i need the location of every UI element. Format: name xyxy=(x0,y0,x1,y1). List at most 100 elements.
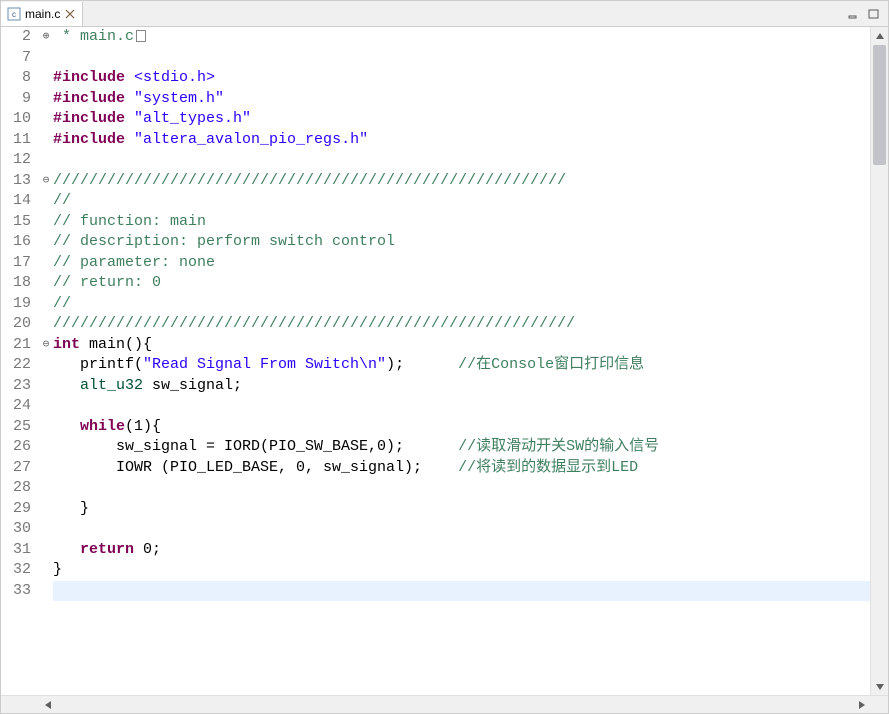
fold-marker xyxy=(39,294,53,315)
scroll-up-icon[interactable] xyxy=(871,27,888,44)
code-line[interactable]: #include "altera_avalon_pio_regs.h" xyxy=(53,130,870,151)
code-line[interactable]: return 0; xyxy=(53,540,870,561)
fold-marker[interactable]: ⊕ xyxy=(39,27,53,48)
fold-marker xyxy=(39,396,53,417)
code-line[interactable]: #include "system.h" xyxy=(53,89,870,110)
code-line[interactable]: alt_u32 sw_signal; xyxy=(53,376,870,397)
code-line[interactable]: ////////////////////////////////////////… xyxy=(53,314,870,335)
code-line[interactable]: printf("Read Signal From Switch\n"); //在… xyxy=(53,355,870,376)
code-line[interactable]: // xyxy=(53,294,870,315)
line-number: 30 xyxy=(1,519,37,540)
code-line[interactable] xyxy=(53,150,870,171)
line-number: 18 xyxy=(1,273,37,294)
line-number: 22 xyxy=(1,355,37,376)
line-number: 23 xyxy=(1,376,37,397)
line-number: 7 xyxy=(1,48,37,69)
code-line[interactable]: while(1){ xyxy=(53,417,870,438)
line-number: 21 xyxy=(1,335,37,356)
fold-marker xyxy=(39,376,53,397)
vertical-scrollbar[interactable] xyxy=(870,27,888,695)
code-line[interactable]: // description: perform switch control xyxy=(53,232,870,253)
scroll-down-icon[interactable] xyxy=(871,678,888,695)
code-line[interactable] xyxy=(53,396,870,417)
line-number: 29 xyxy=(1,499,37,520)
close-icon[interactable] xyxy=(64,8,76,20)
line-number: 26 xyxy=(1,437,37,458)
fold-marker xyxy=(39,314,53,335)
maximize-icon[interactable] xyxy=(866,6,882,22)
code-line[interactable] xyxy=(53,478,870,499)
line-number: 28 xyxy=(1,478,37,499)
code-line[interactable] xyxy=(53,519,870,540)
code-line[interactable] xyxy=(53,581,870,602)
code-line[interactable]: // function: main xyxy=(53,212,870,233)
fold-marker xyxy=(39,417,53,438)
fold-column: ⊕ ⊖ ⊖ xyxy=(39,27,53,695)
horizontal-scrollbar[interactable] xyxy=(1,695,888,713)
fold-marker xyxy=(39,519,53,540)
line-number: 14 xyxy=(1,191,37,212)
c-file-icon: c xyxy=(7,7,21,21)
fold-marker xyxy=(39,253,53,274)
code-line[interactable]: } xyxy=(53,560,870,581)
line-number: 24 xyxy=(1,396,37,417)
code-line[interactable]: } xyxy=(53,499,870,520)
fold-marker xyxy=(39,478,53,499)
fold-marker xyxy=(39,89,53,110)
svg-text:c: c xyxy=(12,10,16,19)
code-line[interactable]: #include "alt_types.h" xyxy=(53,109,870,130)
fold-marker xyxy=(39,109,53,130)
editor-tab-main-c[interactable]: c main.c xyxy=(1,2,83,26)
fold-marker xyxy=(39,191,53,212)
fold-marker xyxy=(39,232,53,253)
line-number: 12 xyxy=(1,150,37,171)
fold-marker xyxy=(39,68,53,89)
fold-marker xyxy=(39,355,53,376)
line-number: 2 xyxy=(1,27,37,48)
fold-marker xyxy=(39,437,53,458)
line-number: 10 xyxy=(1,109,37,130)
code-line[interactable]: // return: 0 xyxy=(53,273,870,294)
fold-marker[interactable]: ⊖ xyxy=(39,171,53,192)
code-line[interactable]: // xyxy=(53,191,870,212)
code-editor[interactable]: 2789101112131415161718192021222324252627… xyxy=(1,27,870,695)
code-line[interactable]: IOWR (PIO_LED_BASE, 0, sw_signal); //将读到… xyxy=(53,458,870,479)
line-number: 33 xyxy=(1,581,37,602)
line-number: 17 xyxy=(1,253,37,274)
code-line[interactable]: sw_signal = IORD(PIO_SW_BASE,0); //读取滑动开… xyxy=(53,437,870,458)
fold-marker xyxy=(39,458,53,479)
code-line[interactable] xyxy=(53,48,870,69)
editor-tab-bar: c main.c xyxy=(1,1,888,27)
line-number: 20 xyxy=(1,314,37,335)
code-line[interactable]: #include <stdio.h> xyxy=(53,68,870,89)
scrollbar-track[interactable] xyxy=(56,696,853,713)
editor-area: 2789101112131415161718192021222324252627… xyxy=(1,27,888,695)
line-number: 19 xyxy=(1,294,37,315)
line-number: 25 xyxy=(1,417,37,438)
scroll-left-icon[interactable] xyxy=(39,696,56,713)
line-number: 32 xyxy=(1,560,37,581)
fold-marker xyxy=(39,48,53,69)
code-line[interactable]: ////////////////////////////////////////… xyxy=(53,171,870,192)
fold-marker xyxy=(39,273,53,294)
line-number: 9 xyxy=(1,89,37,110)
line-number: 8 xyxy=(1,68,37,89)
collapsed-marker-icon xyxy=(136,30,146,42)
fold-marker xyxy=(39,581,53,602)
line-number: 27 xyxy=(1,458,37,479)
fold-marker[interactable]: ⊖ xyxy=(39,335,53,356)
fold-marker xyxy=(39,499,53,520)
code-content[interactable]: * main.c #include <stdio.h>#include "syst… xyxy=(53,27,870,695)
line-number: 11 xyxy=(1,130,37,151)
scroll-right-icon[interactable] xyxy=(853,696,870,713)
fold-marker xyxy=(39,212,53,233)
fold-marker xyxy=(39,150,53,171)
fold-marker xyxy=(39,540,53,561)
code-line[interactable]: * main.c xyxy=(53,27,870,48)
scrollbar-thumb[interactable] xyxy=(873,45,886,165)
code-line[interactable]: int main(){ xyxy=(53,335,870,356)
code-line[interactable]: // parameter: none xyxy=(53,253,870,274)
line-number: 13 xyxy=(1,171,37,192)
minimize-icon[interactable] xyxy=(846,6,862,22)
line-number: 16 xyxy=(1,232,37,253)
